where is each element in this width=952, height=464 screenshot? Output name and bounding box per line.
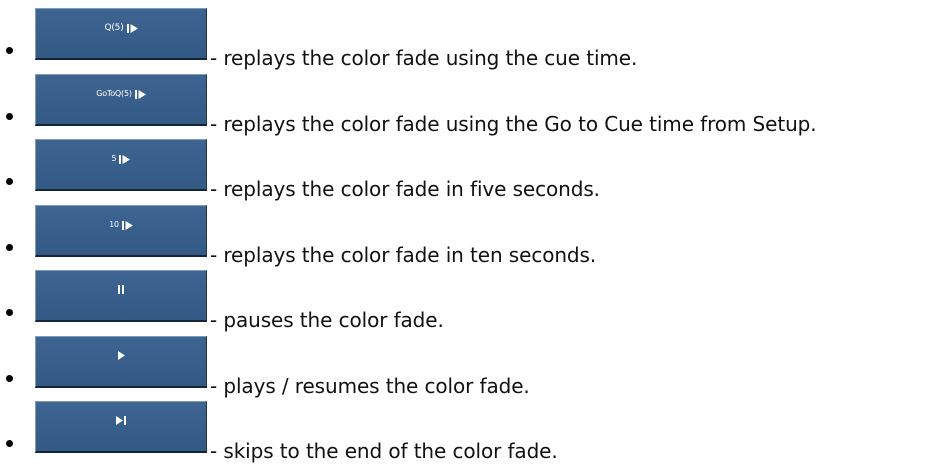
item-description: - skips to the end of the color fade. xyxy=(210,439,558,463)
replay-icon xyxy=(126,23,138,33)
replay-go-to-cue-button[interactable]: GoToQ(5) xyxy=(35,74,207,126)
button-label: GoToQ(5) xyxy=(96,89,132,98)
replay-ten-seconds-button[interactable]: 10 xyxy=(35,205,207,257)
list-item: - plays / resumes the color fade. xyxy=(0,328,952,398)
button-label: Q(5) xyxy=(104,23,124,33)
button-label: 10 xyxy=(109,220,119,229)
pause-icon xyxy=(118,285,124,294)
list-item: - skips to the end of the color fade. xyxy=(0,393,952,463)
pause-button[interactable] xyxy=(35,270,207,322)
skip-to-end-button[interactable] xyxy=(35,401,207,453)
replay-icon xyxy=(134,89,146,99)
bullet xyxy=(6,309,13,316)
list-item: Q(5) - replays the color fade using the … xyxy=(0,0,952,70)
bullet xyxy=(6,178,13,185)
replay-cue-time-button[interactable]: Q(5) xyxy=(35,8,207,60)
replay-icon xyxy=(119,154,131,164)
list-item: 10 - replays the color fade in ten secon… xyxy=(0,197,952,267)
replay-icon xyxy=(121,220,133,230)
replay-five-seconds-button[interactable]: 5 xyxy=(35,139,207,191)
skip-to-end-icon xyxy=(116,416,126,425)
play-icon xyxy=(117,351,125,360)
bullet xyxy=(6,113,13,120)
bullet xyxy=(6,375,13,382)
list-item: - pauses the color fade. xyxy=(0,262,952,332)
bullet xyxy=(6,47,13,54)
list-item: 5 - replays the color fade in five secon… xyxy=(0,131,952,201)
button-label: 5 xyxy=(111,154,117,163)
play-button[interactable] xyxy=(35,336,207,388)
bullet xyxy=(6,440,13,447)
list-item: GoToQ(5) - replays the color fade using … xyxy=(0,66,952,136)
bullet xyxy=(6,244,13,251)
